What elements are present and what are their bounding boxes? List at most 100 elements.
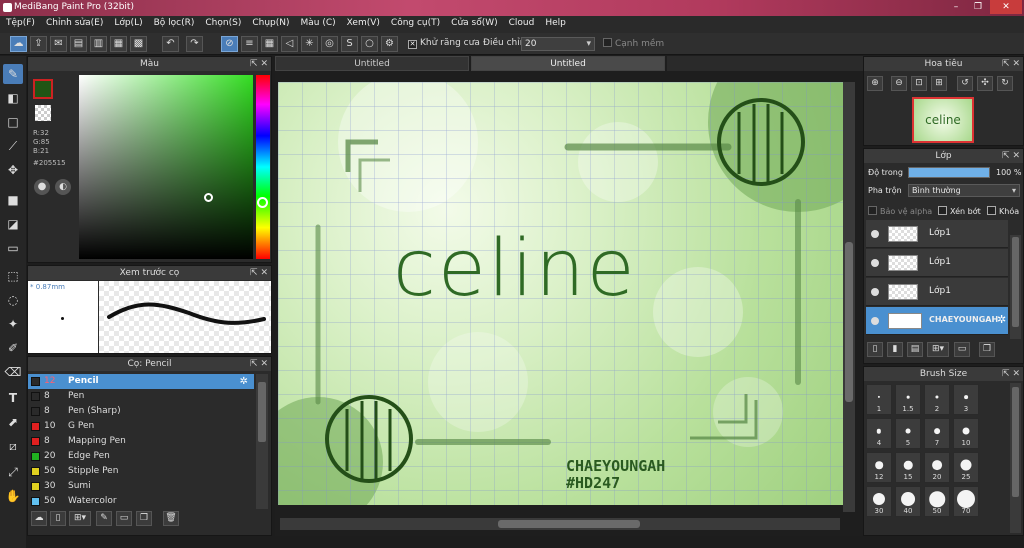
brush-size-option[interactable]: 30 <box>866 486 892 517</box>
color-wheel-icon[interactable]: ◐ <box>55 179 71 195</box>
brush-size-option[interactable]: 3 <box>953 384 979 415</box>
gradient-tool-icon[interactable]: ▭ <box>3 238 23 258</box>
rotate-right-icon[interactable]: ↻ <box>997 76 1013 91</box>
text-tool-icon[interactable]: T <box>3 388 23 408</box>
brush-size-option[interactable]: 7 <box>924 418 950 449</box>
hand-tool-icon[interactable]: ✋ <box>3 486 23 506</box>
panel-controls-icon[interactable]: ⇱ ✕ <box>1002 149 1020 163</box>
brush-list-item[interactable]: 50 Stipple Pen <box>28 464 254 479</box>
hue-slider[interactable] <box>256 75 270 259</box>
protect-alpha-toggle[interactable]: Bảo vệ alpha <box>868 206 932 216</box>
undo-icon[interactable]: ↶ <box>162 36 179 52</box>
brush-size-scrollbar[interactable] <box>1010 383 1021 533</box>
brush-list-item[interactable]: 8 Mapping Pen <box>28 434 254 449</box>
brush-list-scroll-thumb[interactable] <box>258 382 266 442</box>
brush-size-option[interactable]: 25 <box>953 452 979 483</box>
delete-brush-icon[interactable]: 🗑 <box>163 511 179 526</box>
menu-edit[interactable]: Chỉnh sửa(E) <box>40 16 108 28</box>
move-tool-icon[interactable]: ✥ <box>3 160 23 180</box>
select-tool-icon[interactable]: ⬚ <box>3 266 23 286</box>
eye-icon[interactable] <box>871 230 879 238</box>
menu-color[interactable]: Màu (C) <box>295 16 341 28</box>
maximize-button[interactable]: ❐ <box>966 0 990 14</box>
divide-tool-icon[interactable]: ⧄ <box>3 436 23 456</box>
menu-cloud[interactable]: Cloud <box>503 16 540 28</box>
menu-filter[interactable]: Bộ lọc(R) <box>148 16 200 28</box>
brush-size-option[interactable]: 1 <box>866 384 892 415</box>
canvas-vscroll-thumb[interactable] <box>845 242 853 402</box>
select-eraser-icon[interactable]: ⌫ <box>3 362 23 382</box>
sv-picker-handle[interactable] <box>204 193 213 202</box>
lock-toggle[interactable]: Khóa <box>987 206 1019 216</box>
edit-brush-icon[interactable]: ✎ <box>96 511 112 526</box>
brush-size-option[interactable]: 5 <box>895 418 921 449</box>
menu-tools[interactable]: Công cụ(T) <box>385 16 445 28</box>
brush-list-item[interactable]: 10 G Pen <box>28 419 254 434</box>
fit-screen-icon[interactable]: ⊡ <box>911 76 927 91</box>
layout-icon[interactable]: ▦ <box>110 36 127 52</box>
brush-size-option[interactable]: 12 <box>866 452 892 483</box>
brush-size-option[interactable]: 1.5 <box>895 384 921 415</box>
reset-rotation-icon[interactable]: ✣ <box>977 76 993 91</box>
eye-icon[interactable] <box>871 317 879 325</box>
comment-icon[interactable]: ▤ <box>70 36 87 52</box>
zoom-out-icon[interactable]: ⊖ <box>891 76 907 91</box>
add-brush-icon[interactable]: ⊞▾ <box>69 511 91 526</box>
cross-snap-icon[interactable]: ▦ <box>261 36 278 52</box>
canvas-horizontal-scrollbar[interactable] <box>280 518 840 530</box>
protect-alpha-checkbox[interactable] <box>868 206 877 215</box>
panel-controls-icon[interactable]: ⇱ ✕ <box>250 357 268 371</box>
menu-file[interactable]: Tệp(F) <box>0 16 40 28</box>
smooth-toggle[interactable]: Cạnh mềm <box>603 38 664 49</box>
foreground-color-swatch[interactable] <box>33 79 53 99</box>
layer-row[interactable]: Lớp1 <box>866 249 1008 277</box>
adjust-select[interactable]: 20 ▾ <box>521 37 595 51</box>
duplicate-layer-icon[interactable]: ❐ <box>979 342 995 357</box>
menu-layer[interactable]: Lớp(L) <box>108 16 147 28</box>
ellipse-snap-icon[interactable]: ○ <box>361 36 378 52</box>
folder-icon[interactable]: ▭ <box>954 342 970 357</box>
lasso-tool-icon[interactable]: ◌ <box>3 290 23 310</box>
page-icon[interactable]: ▥ <box>90 36 107 52</box>
brush-list-item[interactable]: 8 Pen <box>28 389 254 404</box>
menu-help[interactable]: Help <box>539 16 571 28</box>
antialias-toggle[interactable]: ✕ Khử răng cưa <box>408 38 480 49</box>
menu-view[interactable]: Xem(V) <box>341 16 385 28</box>
grid-icon[interactable]: ▩ <box>130 36 147 52</box>
saturation-value-picker[interactable] <box>79 75 253 259</box>
layer-row-selected[interactable]: CHAEYOUNGAH ✲ <box>866 307 1008 335</box>
brush-size-option[interactable]: 70 <box>953 486 979 517</box>
speech-bubble-icon[interactable]: ✉ <box>50 36 67 52</box>
brush-list-item[interactable]: 12 Pencil ✲ <box>28 374 254 389</box>
select-pen-icon[interactable]: ✐ <box>3 338 23 358</box>
brush-size-option[interactable]: 40 <box>895 486 921 517</box>
panel-controls-icon[interactable]: ⇱ ✕ <box>250 57 268 71</box>
cloud-brush-icon[interactable]: ☁ <box>31 511 47 526</box>
layer-list-scrollbar[interactable] <box>1010 235 1021 339</box>
brush-size-option[interactable]: 2 <box>924 384 950 415</box>
menu-window[interactable]: Cửa sổ(W) <box>445 16 502 28</box>
operation-tool-icon[interactable]: ⬈ <box>3 412 23 432</box>
panel-controls-icon[interactable]: ⇱ ✕ <box>1002 367 1020 381</box>
smooth-checkbox[interactable] <box>603 38 612 47</box>
clipping-checkbox[interactable] <box>938 206 947 215</box>
tab-untitled-1[interactable]: Untitled <box>275 56 469 71</box>
minimize-button[interactable]: – <box>944 0 968 14</box>
snap-settings-icon[interactable]: ⚙ <box>381 36 398 52</box>
opacity-slider[interactable] <box>908 167 990 178</box>
redo-icon[interactable]: ↷ <box>186 36 203 52</box>
add-layer-menu-icon[interactable]: ⊞▾ <box>927 342 949 357</box>
background-color-swatch[interactable] <box>35 105 51 121</box>
eye-icon[interactable] <box>871 288 879 296</box>
duplicate-brush-icon[interactable]: ❐ <box>136 511 152 526</box>
folder-icon[interactable]: ▭ <box>116 511 132 526</box>
fill-tool-icon[interactable]: ◪ <box>3 214 23 234</box>
blend-mode-select[interactable]: Bình thường ▾ <box>908 184 1020 197</box>
palette-icon[interactable]: ● <box>34 179 50 195</box>
vanishing-snap-icon[interactable]: ◁ <box>281 36 298 52</box>
panel-controls-icon[interactable]: ⇱ ✕ <box>1002 57 1020 71</box>
new-halftone-layer-icon[interactable]: ▤ <box>907 342 923 357</box>
cloud-icon[interactable]: ☁ <box>10 36 27 52</box>
clipping-toggle[interactable]: Xén bớt <box>938 206 981 216</box>
brush-list-item[interactable]: 50 Watercolor <box>28 494 254 509</box>
